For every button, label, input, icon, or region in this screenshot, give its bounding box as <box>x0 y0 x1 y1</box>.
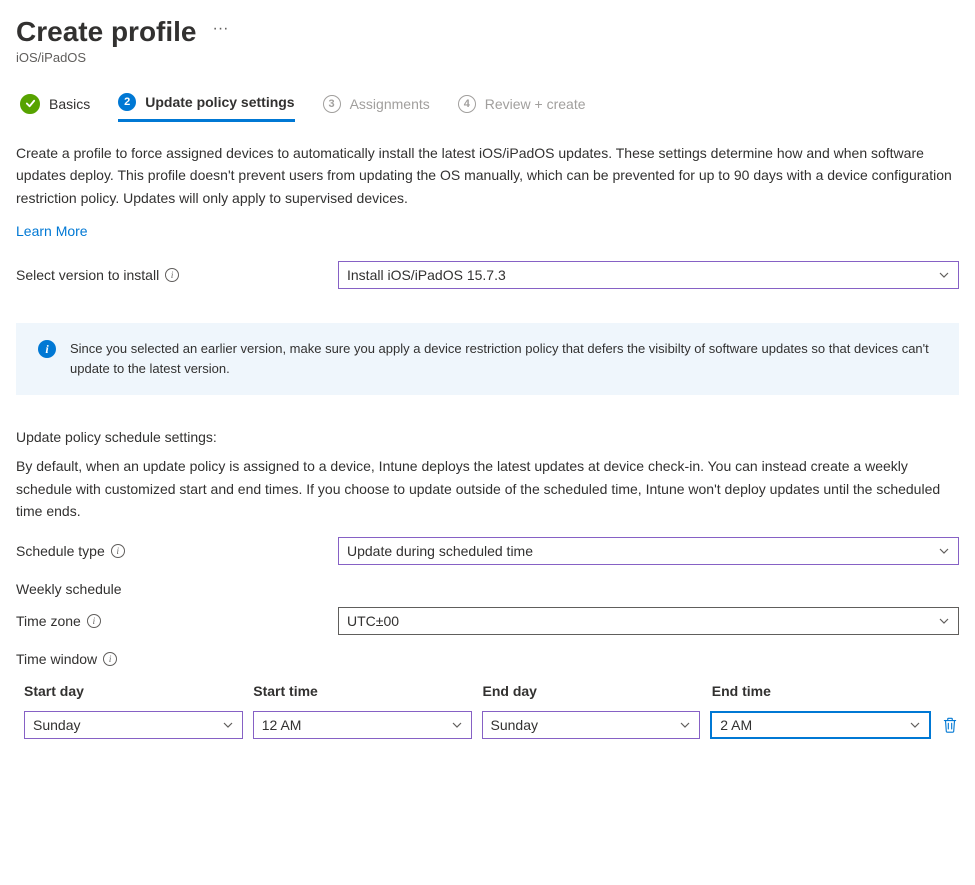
learn-more-link[interactable]: Learn More <box>16 223 88 239</box>
info-banner-text: Since you selected an earlier version, m… <box>70 339 937 379</box>
chevron-down-icon <box>909 719 921 731</box>
tab-label: Update policy settings <box>145 94 294 110</box>
table-row: Sunday 12 AM Sunday 2 AM <box>16 711 959 739</box>
start-day-select[interactable]: Sunday <box>24 711 243 739</box>
schedule-type-label: Schedule type <box>16 543 105 559</box>
time-window-label: Time window <box>16 651 97 667</box>
col-header-start-day: Start day <box>24 683 243 699</box>
chevron-down-icon <box>451 719 463 731</box>
end-day-select[interactable]: Sunday <box>482 711 701 739</box>
tab-label: Basics <box>49 96 90 112</box>
chevron-down-icon <box>938 269 950 281</box>
tab-assignments[interactable]: 3 Assignments <box>323 93 430 122</box>
description-text: Create a profile to force assigned devic… <box>16 142 959 209</box>
col-header-start-time: Start time <box>253 683 472 699</box>
end-time-select[interactable]: 2 AM <box>710 711 931 739</box>
select-value: Sunday <box>33 717 80 733</box>
version-select-label: Select version to install <box>16 267 159 283</box>
delete-row-icon[interactable] <box>941 716 959 734</box>
page-subtitle: iOS/iPadOS <box>16 50 959 65</box>
schedule-description-text: By default, when an update policy is ass… <box>16 455 959 522</box>
info-icon[interactable]: i <box>103 652 117 666</box>
select-value: Sunday <box>491 717 538 733</box>
wizard-tabs: Basics 2 Update policy settings 3 Assign… <box>16 93 959 122</box>
version-select[interactable]: Install iOS/iPadOS 15.7.3 <box>338 261 959 289</box>
select-value: 12 AM <box>262 717 302 733</box>
chevron-down-icon <box>938 615 950 627</box>
chevron-down-icon <box>222 719 234 731</box>
step-number-icon: 3 <box>323 95 341 113</box>
schedule-type-select[interactable]: Update during scheduled time <box>338 537 959 565</box>
schedule-settings-heading: Update policy schedule settings: <box>16 429 959 445</box>
col-header-end-time: End time <box>712 683 931 699</box>
chevron-down-icon <box>938 545 950 557</box>
chevron-down-icon <box>679 719 691 731</box>
info-banner: i Since you selected an earlier version,… <box>16 323 959 395</box>
timezone-select[interactable]: UTC±00 <box>338 607 959 635</box>
checkmark-icon <box>20 94 40 114</box>
timezone-label: Time zone <box>16 613 81 629</box>
step-number-icon: 4 <box>458 95 476 113</box>
tab-update-policy-settings[interactable]: 2 Update policy settings <box>118 93 294 122</box>
time-window-table: Start day Start time End day End time Su… <box>16 683 959 739</box>
weekly-schedule-heading: Weekly schedule <box>16 581 959 597</box>
col-header-end-day: End day <box>483 683 702 699</box>
select-value: UTC±00 <box>347 613 399 629</box>
tab-label: Review + create <box>485 96 586 112</box>
select-value: 2 AM <box>720 717 752 733</box>
more-actions-icon[interactable]: ··· <box>213 20 229 44</box>
select-value: Update during scheduled time <box>347 543 533 559</box>
tab-label: Assignments <box>350 96 430 112</box>
info-icon: i <box>38 340 56 358</box>
info-icon[interactable]: i <box>111 544 125 558</box>
tab-review-create[interactable]: 4 Review + create <box>458 93 586 122</box>
select-value: Install iOS/iPadOS 15.7.3 <box>347 267 506 283</box>
tab-basics[interactable]: Basics <box>20 93 90 122</box>
info-icon[interactable]: i <box>165 268 179 282</box>
page-title: Create profile <box>16 16 197 48</box>
info-icon[interactable]: i <box>87 614 101 628</box>
step-number-icon: 2 <box>118 93 136 111</box>
start-time-select[interactable]: 12 AM <box>253 711 472 739</box>
